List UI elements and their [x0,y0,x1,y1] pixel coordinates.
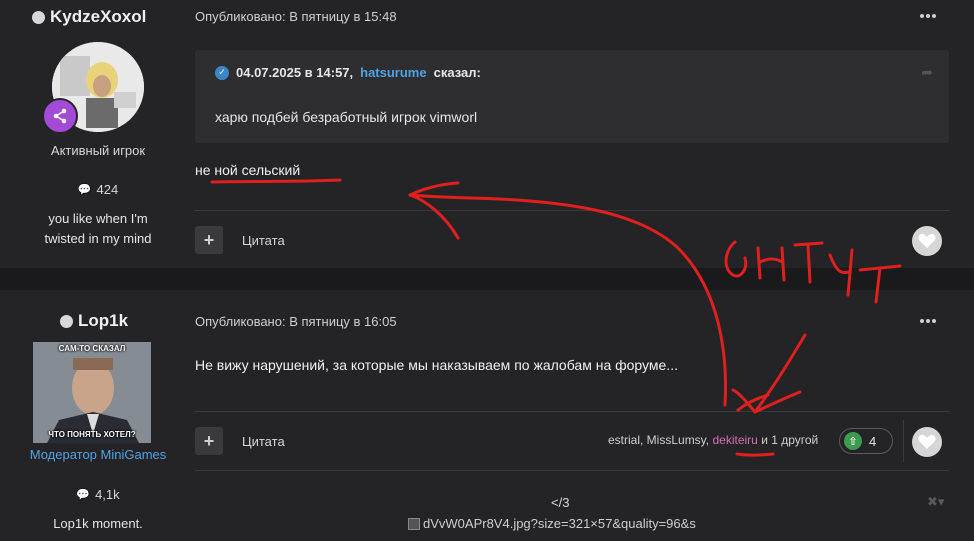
quote-text: харю подбей безработный игрок vimworl [215,109,478,125]
post-count: 💬 4,1k [0,487,198,502]
username-label: Lop1k [78,311,129,330]
multiquote-plus-button[interactable]: + [195,427,223,455]
divider [195,210,949,211]
signature-image: dVvW0APr8V4.jpg?size=321×57&quality=96&s [408,516,696,531]
reputation-badge[interactable]: ⇧ 4 [839,428,893,454]
post-count: 💬 424 [0,182,198,197]
reactor-rest[interactable]: и 1 другой [761,433,818,447]
like-heart-button[interactable] [912,226,942,256]
quote-said: сказал: [433,65,481,80]
photo-caption-top: САМ-ТО СКАЗАЛ [58,344,126,353]
divider [903,420,904,462]
quote-date[interactable]: 04.07.2025 в 14:57, [236,65,353,80]
close-icon[interactable]: ✖▾ [927,494,944,510]
reactor-highlight[interactable]: dekiteiru [712,433,757,447]
reactor-names[interactable]: estrial, MissLumsy, [608,433,709,447]
post-body: не ной сельский [195,162,301,178]
share-arrow-icon[interactable]: ➦ [921,64,933,81]
post-count-value: 4,1k [95,487,120,502]
check-icon: ✓ [215,65,229,80]
quote-button[interactable]: Цитата [242,233,285,248]
post-body: Не вижу нарушений, за которые мы наказыв… [195,357,678,373]
online-status-icon [60,314,73,328]
avatar[interactable]: САМ-ТО СКАЗАЛ ЧТО ПОНЯТЬ ХОТЕЛ? [33,342,151,443]
signature: you like when I'm twisted in my mind [0,209,198,249]
user-role[interactable]: Модератор MiniGames [0,447,198,462]
signature-line-1: you like when I'm [48,211,148,226]
quote-author-link[interactable]: hatsurume [360,65,426,80]
divider [195,470,949,471]
signature-text: </3 [551,495,570,510]
broken-image-icon [408,517,420,530]
user-role: Активный игрок [50,143,146,158]
username-label: KydzeXoxol [50,7,147,26]
post-1: KydzeXoxol Активный игрок 💬 424 you like… [0,0,974,268]
like-heart-button[interactable] [912,427,942,457]
publish-date[interactable]: Опубликовано: В пятницу в 16:05 [195,314,397,329]
quote-block: ✓ 04.07.2025 в 14:57, hatsurume сказал: … [195,50,949,143]
reputation-value: 4 [869,433,877,449]
more-options-icon[interactable] [920,319,938,323]
multiquote-plus-button[interactable]: + [195,226,223,254]
comment-icon: 💬 [77,184,92,196]
post-count-value: 424 [96,182,119,197]
upvote-arrow-icon: ⇧ [844,432,862,450]
signature-image-alt: dVvW0APr8V4.jpg?size=321×57&quality=96&s [423,516,696,531]
online-status-icon [32,10,45,24]
post-2: Lop1k САМ-ТО СКАЗАЛ ЧТО ПОНЯТЬ ХОТЕЛ? Мо… [0,290,974,541]
publish-date[interactable]: Опубликовано: В пятницу в 15:48 [195,9,397,24]
divider [195,411,949,412]
heart-icon [918,434,936,449]
reactions-list[interactable]: estrial, MissLumsy, dekiteiru и 1 другой [608,433,818,447]
quote-header: ✓ 04.07.2025 в 14:57, hatsurume сказал: [215,65,481,80]
more-options-icon[interactable] [920,14,938,18]
comment-icon: 💬 [76,489,91,501]
heart-icon [918,233,936,248]
photo-caption-bottom: ЧТО ПОНЯТЬ ХОТЕЛ? [48,430,136,439]
signature: Lop1k moment. [53,516,143,531]
username[interactable]: KydzeXoxol [32,7,146,27]
username[interactable]: Lop1k [60,311,128,331]
quote-button[interactable]: Цитата [242,434,285,449]
signature-line-2: twisted in my mind [44,231,152,246]
share-badge-icon [42,98,78,134]
